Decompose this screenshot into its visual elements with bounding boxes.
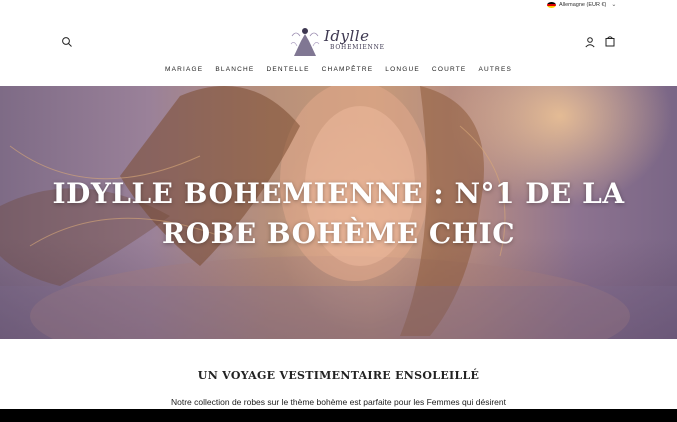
section-heading: UN VOYAGE VESTIMENTAIRE ENSOLEILLÉ xyxy=(197,369,480,382)
site-header: Idylle BOHEMIENNE xyxy=(0,14,677,64)
hero-banner: IDYLLE BOHEMIENNE : N°1 DE LA ROBE BOHÈM… xyxy=(0,86,677,339)
chevron-down-icon: ⌄ xyxy=(611,2,617,8)
user-icon xyxy=(585,37,595,48)
bottom-bar xyxy=(0,409,677,422)
cart-button[interactable] xyxy=(604,34,616,47)
section-text: Notre collection de robes sur le thème b… xyxy=(171,397,506,407)
logo-subtitle: BOHEMIENNE xyxy=(330,44,385,51)
nav-item-longue[interactable]: LONGUE xyxy=(379,66,426,73)
main-navigation: MARIAGE BLANCHE DENTELLE CHAMPÊTRE LONGU… xyxy=(0,66,677,73)
search-button[interactable] xyxy=(61,35,73,47)
shopping-bag-icon xyxy=(605,36,615,47)
top-bar: Allemagne (EUR €) ⌄ xyxy=(0,0,677,12)
nav-item-mariage[interactable]: MARIAGE xyxy=(159,66,209,73)
hero-title-line-2: ROBE BOHÈME CHIC xyxy=(162,217,515,250)
hero-title: IDYLLE BOHEMIENNE : N°1 DE LA ROBE BOHÈM… xyxy=(0,174,677,254)
nav-item-blanche[interactable]: BLANCHE xyxy=(209,66,260,73)
nav-item-dentelle[interactable]: DENTELLE xyxy=(260,66,315,73)
search-icon xyxy=(62,37,72,47)
hero-title-line-1: IDYLLE BOHEMIENNE : N°1 DE LA xyxy=(52,177,625,210)
nav-item-autres[interactable]: AUTRES xyxy=(472,66,518,73)
account-button[interactable] xyxy=(584,35,596,48)
bride-silhouette-icon xyxy=(290,28,320,56)
site-logo[interactable]: Idylle BOHEMIENNE xyxy=(288,24,392,58)
currency-label: Allemagne (EUR €) xyxy=(559,1,607,8)
germany-flag-icon xyxy=(547,1,556,8)
nav-item-champetre[interactable]: CHAMPÊTRE xyxy=(316,66,380,73)
nav-item-courte[interactable]: COURTE xyxy=(426,66,473,73)
logo-script-text: Idylle xyxy=(324,27,370,45)
currency-selector[interactable]: Allemagne (EUR €) ⌄ xyxy=(547,1,616,8)
